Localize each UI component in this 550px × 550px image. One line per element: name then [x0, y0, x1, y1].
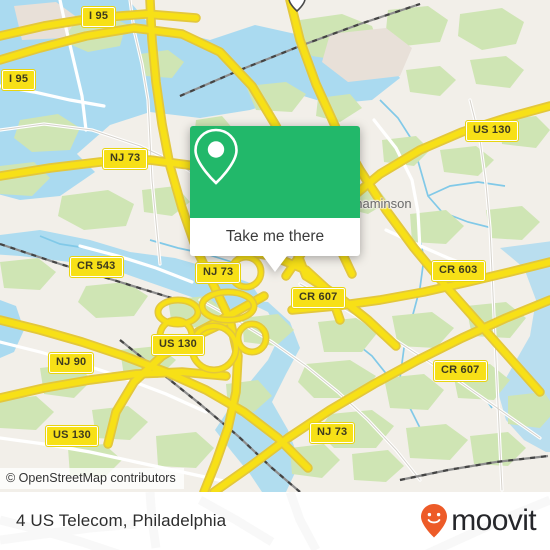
moovit-wordmark: moovit	[451, 504, 536, 537]
shield-us-130-lower-left[interactable]: US 130	[45, 425, 99, 447]
popup-pointer	[263, 256, 287, 272]
shield-nj-73-upper[interactable]: NJ 73	[101, 148, 149, 170]
moovit-logo[interactable]: moovit	[420, 492, 537, 550]
shield-nj-73-center[interactable]: NJ 73	[194, 262, 242, 284]
map-canvas[interactable]: nnaminson I 95 I 95 NJ 73 US 130 CR 543 …	[0, 0, 550, 492]
location-title: 4 US Telecom, Philadelphia	[16, 511, 227, 530]
shield-i-95-top[interactable]: I 95	[80, 6, 117, 28]
shield-i-95-left[interactable]: I 95	[0, 69, 37, 91]
map-pin-icon	[194, 128, 238, 185]
popup-header	[190, 126, 360, 218]
shield-us-130-center[interactable]: US 130	[151, 334, 205, 356]
shield-nj-90[interactable]: NJ 90	[47, 352, 95, 374]
take-me-there-label: Take me there	[225, 228, 325, 245]
popup-action-row[interactable]: Take me there	[190, 218, 360, 256]
shield-nj-73-lower[interactable]: NJ 73	[308, 422, 356, 444]
location-popup-card[interactable]: Take me there	[190, 126, 360, 272]
shield-cr-543[interactable]: CR 543	[69, 256, 124, 278]
shield-cr-607-lower[interactable]: CR 607	[433, 360, 488, 382]
secondary-map-marker-icon[interactable]	[288, 0, 306, 12]
shield-us-130-upper-right[interactable]: US 130	[465, 120, 519, 142]
map-screenshot: nnaminson I 95 I 95 NJ 73 US 130 CR 543 …	[0, 0, 550, 550]
footer-bar: 4 US Telecom, Philadelphia moovit	[0, 492, 550, 550]
shield-cr-603[interactable]: CR 603	[431, 260, 486, 282]
shield-cr-607-upper[interactable]: CR 607	[291, 287, 346, 309]
osm-attribution[interactable]: © OpenStreetMap contributors	[0, 468, 184, 489]
moovit-smiley-pin-icon	[421, 504, 448, 538]
